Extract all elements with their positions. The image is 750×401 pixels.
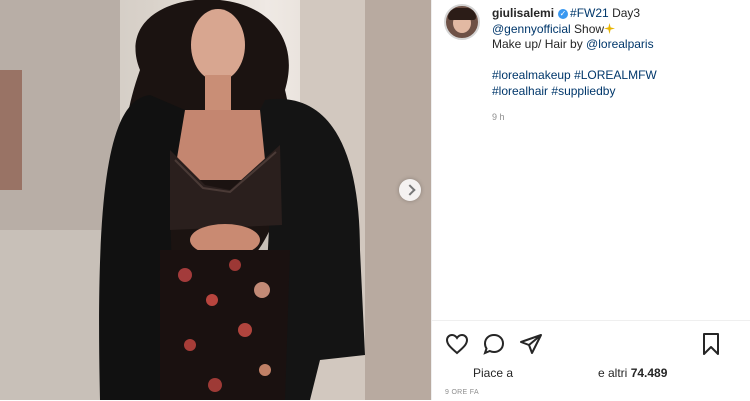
caption-day-text: Day3 <box>612 6 641 20</box>
paper-plane-icon[interactable] <box>519 332 543 356</box>
sparkle-icon <box>604 22 616 34</box>
others-label: e altri <box>598 366 628 380</box>
post-timestamp[interactable]: 9 ORE FA <box>445 389 479 396</box>
hashtag-lorealmakeup[interactable]: #lorealmakeup <box>492 68 571 82</box>
post-image[interactable] <box>0 0 431 400</box>
next-image-button[interactable] <box>399 179 421 201</box>
hashtag-lorealmfw[interactable]: #LOREALMFW <box>574 68 657 82</box>
post-caption: giulisalemi ✓ #FW21 Day3 @gennyofficial Sh… <box>492 6 742 126</box>
bookmark-icon[interactable] <box>699 332 723 356</box>
hashtag-lorealhair[interactable]: #lorealhair <box>492 84 548 98</box>
caption-makeup-text: Make up/ Hair by <box>492 37 583 51</box>
username-link[interactable]: giulisalemi <box>492 6 554 20</box>
mention-lorealparis[interactable]: @lorealparis <box>586 37 654 51</box>
likes-count[interactable]: e altri 74.489 <box>598 366 667 380</box>
action-bar: Piace a e altri 74.489 9 ORE FA <box>432 320 750 401</box>
caption-show-text: Show <box>574 21 605 36</box>
hashtag-fw21[interactable]: #FW21 <box>570 6 609 20</box>
liked-by-label: Piace a <box>473 366 514 380</box>
avatar[interactable] <box>444 4 480 40</box>
post-photo <box>0 0 431 400</box>
verified-badge-icon: ✓ <box>558 9 569 19</box>
others-count: 74.489 <box>630 366 668 380</box>
mention-gennyofficial[interactable]: @gennyofficial <box>492 22 571 36</box>
heart-icon[interactable] <box>445 332 469 356</box>
post-details: giulisalemi ✓ #FW21 Day3 @gennyofficial Sh… <box>431 0 750 401</box>
comment-icon[interactable] <box>482 332 506 356</box>
comment-timestamp: 9 h <box>492 112 505 122</box>
hashtag-suppliedby[interactable]: #suppliedby <box>551 84 615 98</box>
